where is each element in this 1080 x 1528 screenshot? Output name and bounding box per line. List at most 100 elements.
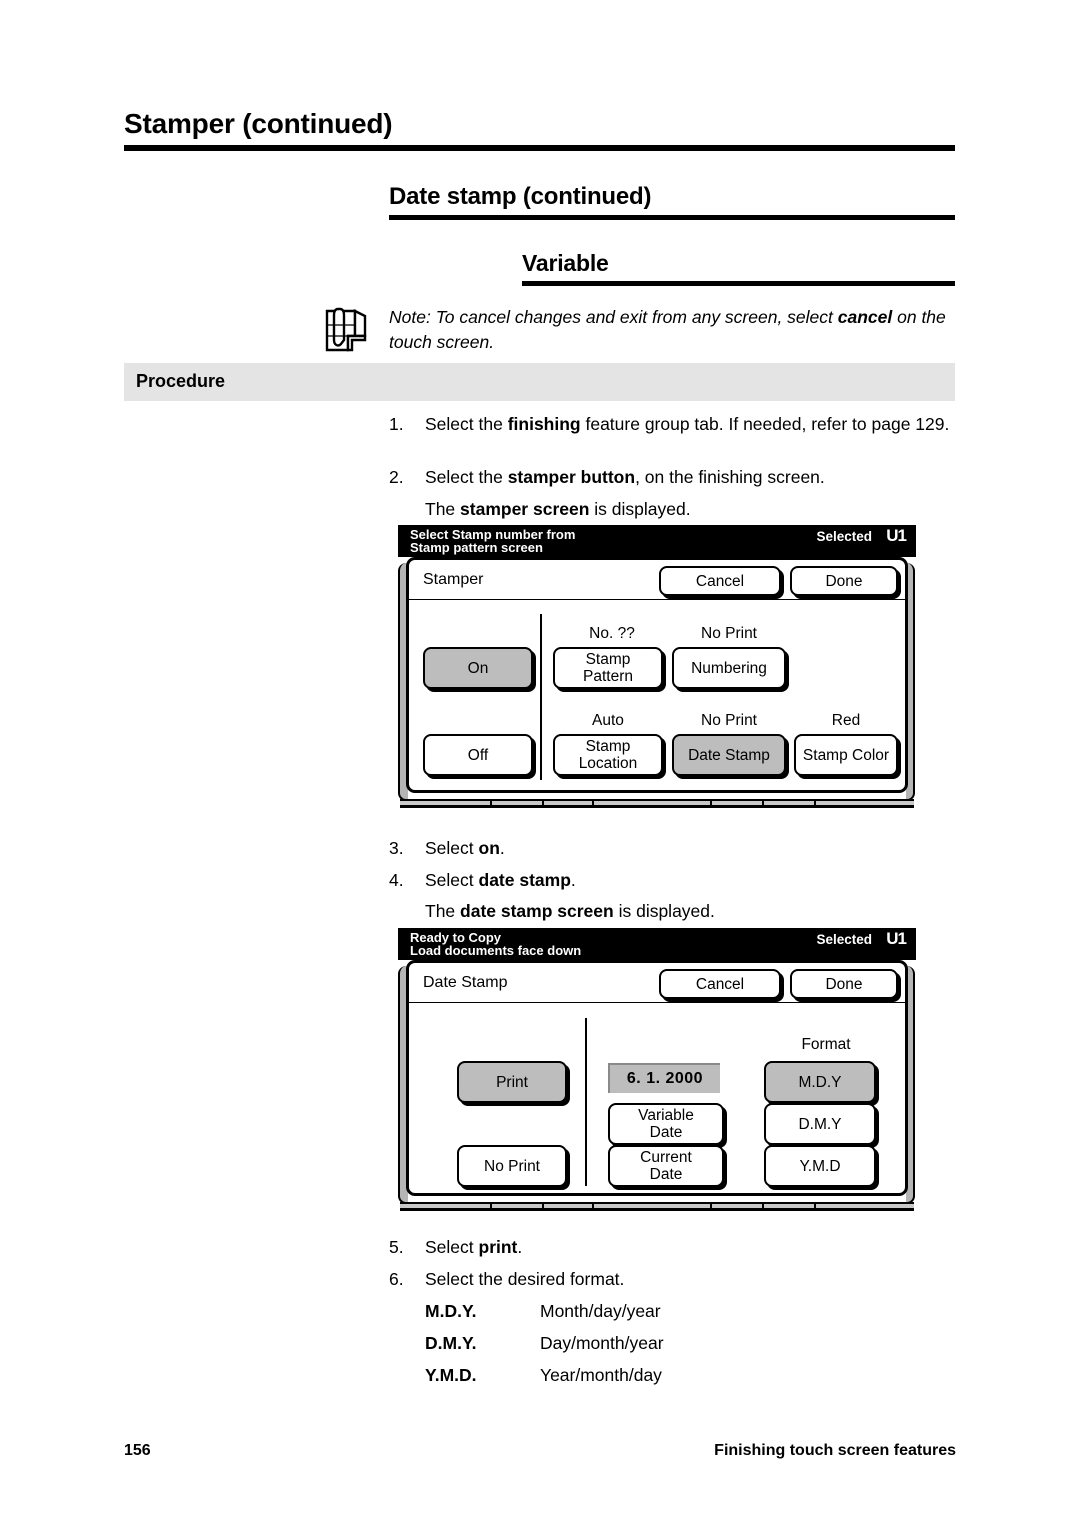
ds-print-button[interactable]: Print [457,1061,567,1103]
step-1-text: Select the finishing feature group tab. … [425,412,959,437]
format-dmy-label: D.M.Y [798,1115,842,1133]
step-5-bold: print [478,1237,518,1257]
stamper-screen-inner: Stamper Cancel Done No. ?? No Print On S… [406,557,908,793]
current-date-line2: Date [649,1166,683,1183]
stamper-touchscreen-panel: Select Stamp number from Stamp pattern s… [398,525,916,808]
stamp-pattern-line1: Stamp [585,651,631,668]
stamp-location-button[interactable]: Stamp Location [553,734,663,776]
ds-tab-strip[interactable] [400,1202,914,1211]
stamper-result-pre: The [425,499,461,519]
step-4-number: 4. [389,870,404,890]
stamp-color-label: Stamp Color [802,746,890,764]
date-stamp-label: Date Stamp [688,746,770,764]
ds-column-divider [585,1018,587,1186]
variable-date-line1: Variable [638,1107,694,1124]
step-3-text: Select on. [425,836,959,861]
step-4-post: . [570,870,576,890]
step-5: 5. Select print. [389,1235,959,1260]
stamp-location-label: Stamp Location [579,738,638,772]
title-rule [124,145,955,151]
stamp-color-button[interactable]: Stamp Color [794,734,898,776]
note-prefix: Note: To cancel changes and exit from an… [389,307,838,327]
step-3-post: . [499,838,505,858]
format-row-mdy-desc: Month/day/year [540,1301,661,1321]
ds-done-button[interactable]: Done [790,969,898,999]
variable-date-button[interactable]: Variable Date [608,1103,724,1145]
date-stamp-screen-body: Date Stamp Cancel Done Format Print No P… [398,960,916,1211]
variable-date-line2: Date [649,1124,683,1141]
stamper-bezel: Stamper Cancel Done No. ?? No Print On S… [398,557,916,808]
stamper-off-label: Off [467,746,489,764]
ds-status-line2: Load documents face down [410,943,582,958]
stamp-color-value: Red [831,712,861,729]
step-4: 4. Select date stamp. [389,868,959,893]
step-3: 3. Select on. [389,836,959,861]
ds-print-label: Print [496,1073,528,1091]
ds-selected-value: U1 [886,929,907,948]
stamper-done-button[interactable]: Done [790,566,898,596]
subsection-heading: Variable [522,250,609,276]
date-stamp-button[interactable]: Date Stamp [672,734,786,776]
step-1-post: feature group tab. If needed, refer to p… [580,414,950,434]
stamper-tab-strip[interactable] [400,799,914,808]
ds-cancel-label: Cancel [695,975,745,993]
step-4-pre: Select [425,870,479,890]
stamper-screen-title: Stamper [423,571,484,588]
step-4-text: Select date stamp. [425,868,959,893]
stamp-location-line2: Location [578,755,638,772]
format-dmy-button[interactable]: D.M.Y [764,1103,876,1145]
step-5-number: 5. [389,1237,404,1257]
ds-done-label: Done [825,975,863,993]
date-stamp-touchscreen-panel: Ready to Copy Load documents face down S… [398,928,916,1211]
stamper-done-label: Done [825,572,863,590]
ds-result-bold: date stamp screen [460,901,614,921]
format-mdy-label: M.D.Y [798,1073,842,1091]
stamper-selected-value: U1 [886,526,907,545]
stamp-pattern-label: Stamp Pattern [583,651,633,685]
format-ymd-label: Y.M.D [799,1157,841,1175]
note-emphasis: cancel [837,307,893,327]
ds-cancel-button[interactable]: Cancel [659,969,781,999]
section-heading: Date stamp (continued) [389,183,652,210]
ds-no-print-button[interactable]: No Print [457,1145,567,1187]
variable-date-label: Variable Date [638,1107,694,1141]
step-2-number: 2. [389,467,404,487]
current-date-line1: Current [640,1149,692,1166]
step-2: 2. Select the stamper button, on the fin… [389,465,959,490]
step-1-pre: Select the [425,414,508,434]
format-row-ymd-code: Y.M.D. [425,1365,477,1385]
date-value-field[interactable]: 6. 1. 2000 [608,1063,720,1093]
stamp-pattern-button[interactable]: Stamp Pattern [553,647,663,689]
date-value-text: 6. 1. 2000 [626,1070,704,1087]
stamper-on-label: On [467,659,489,677]
footer-section-title: Finishing touch screen features [714,1442,956,1459]
stamper-screen-body: Stamper Cancel Done No. ?? No Print On S… [398,557,916,808]
ds-result-pre: The [425,901,461,921]
stamper-result-post: is displayed. [589,499,691,519]
step-6: 6. Select the desired format. [389,1267,959,1292]
step-2-text: Select the stamper button, on the finish… [425,465,959,490]
current-date-button[interactable]: Current Date [608,1145,724,1187]
stamper-on-button[interactable]: On [423,647,533,689]
stamper-selected-label: Selected [816,529,872,544]
step-1-number: 1. [389,414,404,434]
stamper-off-button[interactable]: Off [423,734,533,776]
numbering-button[interactable]: Numbering [672,647,786,689]
current-date-label: Current Date [640,1149,692,1183]
stamper-cancel-button[interactable]: Cancel [659,566,781,596]
note-document-icon [322,306,368,358]
numbering-label: Numbering [691,659,767,677]
format-row-ymd-desc: Year/month/day [540,1365,662,1385]
stamp-pattern-value: No. ?? [589,625,635,642]
ds-no-print-label: No Print [484,1157,540,1175]
format-row-dmy-desc: Day/month/year [540,1333,664,1353]
section-rule [389,215,955,220]
procedure-bar: Procedure [124,363,955,401]
stamper-cancel-label: Cancel [695,572,745,590]
format-mdy-button[interactable]: M.D.Y [764,1061,876,1103]
step-4-bold: date stamp [478,870,571,890]
step-3-number: 3. [389,838,404,858]
format-header-label: Format [801,1036,851,1053]
format-ymd-button[interactable]: Y.M.D [764,1145,876,1187]
footer-page-number: 156 [124,1442,151,1459]
